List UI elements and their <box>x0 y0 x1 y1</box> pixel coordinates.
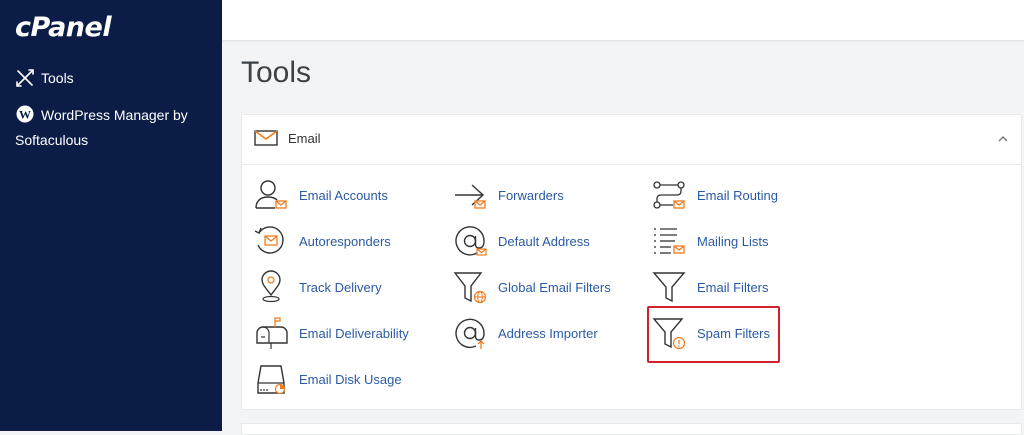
tool-email-accounts[interactable]: Email Accounts <box>253 177 388 213</box>
page-title: Tools <box>241 56 312 89</box>
email-filters-icon <box>652 272 686 303</box>
envelope-icon <box>254 130 278 146</box>
wordpress-icon: W <box>16 105 34 123</box>
section-title: Email <box>288 131 321 146</box>
tool-label: Email Filters <box>697 279 769 295</box>
sidebar-item-label: Tools <box>41 70 74 86</box>
tool-label: Global Email Filters <box>498 279 611 295</box>
tool-track-delivery[interactable]: Track Delivery <box>253 269 382 305</box>
tool-label: Mailing Lists <box>697 233 769 249</box>
top-bar <box>222 0 1024 41</box>
track-delivery-icon <box>261 270 281 303</box>
email-accounts-icon <box>255 180 287 209</box>
sidebar-item-tools[interactable]: Tools <box>15 66 74 91</box>
tool-label: Address Importer <box>498 325 598 341</box>
tool-address-importer[interactable]: Address Importer <box>452 315 598 351</box>
autoresponders-icon <box>254 226 284 254</box>
email-deliverability-icon <box>256 317 288 349</box>
cpanel-logo[interactable]: cPanel <box>15 12 112 43</box>
tool-label: Default Address <box>498 233 590 249</box>
tool-label: Track Delivery <box>299 279 382 295</box>
tool-label: Email Accounts <box>299 187 388 203</box>
global-email-filters-icon <box>453 272 487 304</box>
tool-autoresponders[interactable]: Autoresponders <box>253 223 391 259</box>
svg-text:W: W <box>19 108 31 122</box>
tool-label: Forwarders <box>498 187 564 203</box>
email-disk-usage-icon <box>257 365 286 395</box>
sidebar-item-label: WordPress Manager by Softaculous <box>15 107 188 148</box>
email-routing-icon <box>653 181 685 209</box>
tool-label: Autoresponders <box>299 233 391 249</box>
mailing-lists-icon <box>654 228 685 254</box>
default-address-icon <box>455 226 487 256</box>
tool-email-disk-usage[interactable]: Email Disk Usage <box>253 361 402 397</box>
forwarders-icon <box>455 184 486 209</box>
spam-filters-icon <box>652 318 686 350</box>
chevron-up-icon[interactable] <box>997 133 1009 145</box>
tool-label: Email Deliverability <box>299 325 409 341</box>
sidebar: cPanel Tools W WordPress Manager by Soft… <box>0 0 222 431</box>
sidebar-item-wordpress-manager[interactable]: W WordPress Manager by Softaculous <box>15 102 205 153</box>
tool-email-deliverability[interactable]: Email Deliverability <box>253 315 409 351</box>
tool-default-address[interactable]: Default Address <box>452 223 590 259</box>
address-importer-icon <box>455 318 485 349</box>
tool-global-email-filters[interactable]: Global Email Filters <box>452 269 611 305</box>
tool-mailing-lists[interactable]: Mailing Lists <box>651 223 769 259</box>
email-section-header[interactable]: Email <box>242 115 1021 165</box>
tool-forwarders[interactable]: Forwarders <box>452 177 564 213</box>
tool-label: Spam Filters <box>697 325 770 341</box>
tool-email-routing[interactable]: Email Routing <box>651 177 778 213</box>
tool-label: Email Disk Usage <box>299 371 402 387</box>
tools-icon <box>16 69 34 87</box>
tool-email-filters[interactable]: Email Filters <box>651 269 769 305</box>
tool-spam-filters[interactable]: Spam Filters <box>651 315 770 351</box>
tool-label: Email Routing <box>697 187 778 203</box>
next-section-panel <box>241 423 1022 435</box>
